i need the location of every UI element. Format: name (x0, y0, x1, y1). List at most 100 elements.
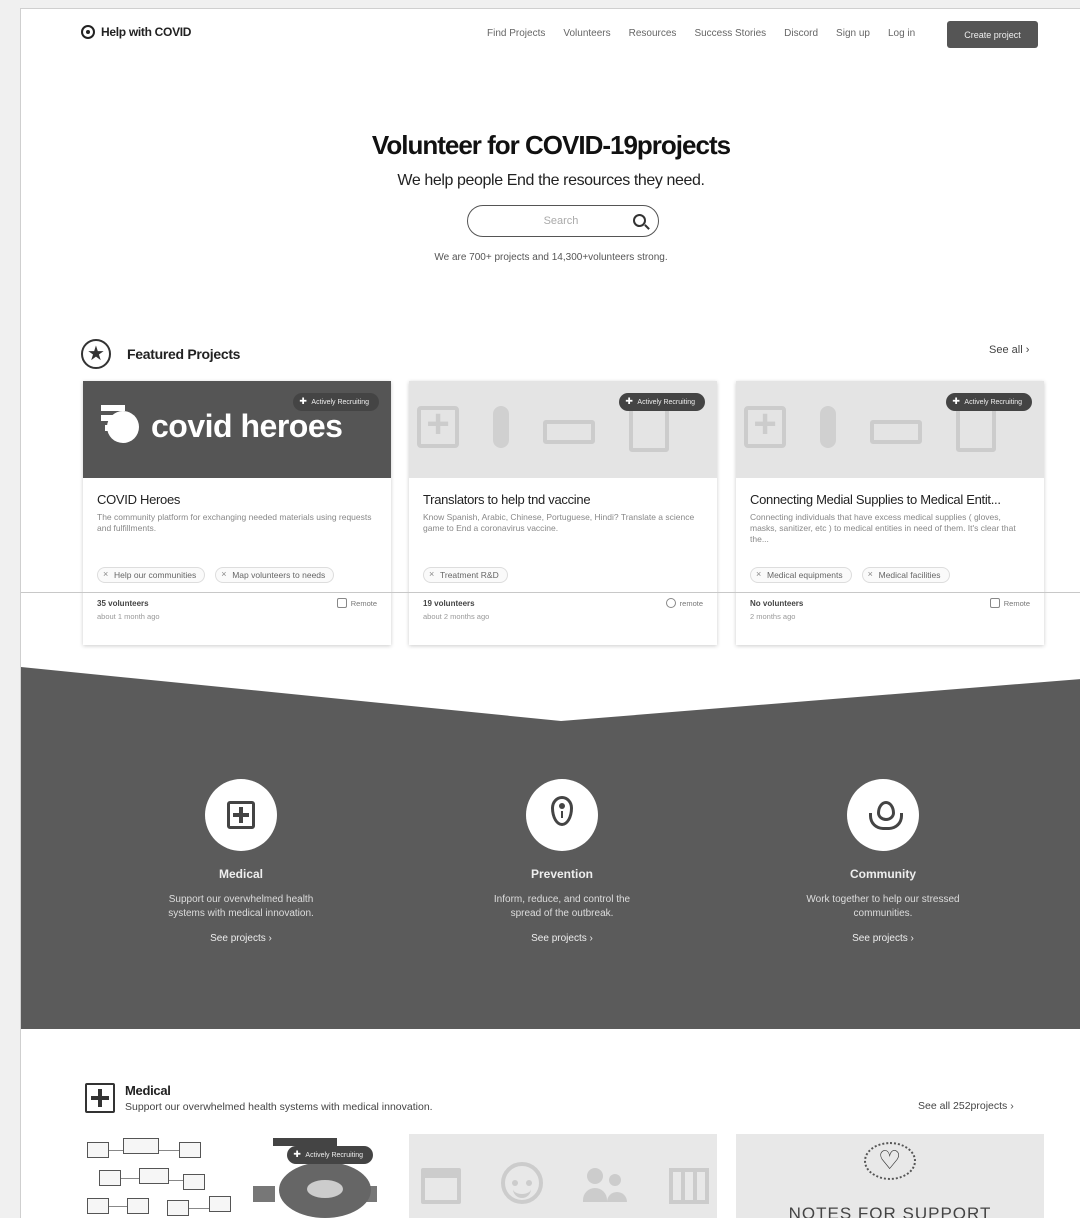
card-title[interactable]: Translators to help tnd vaccine (423, 492, 703, 507)
placeholder-icons (417, 404, 669, 452)
divider (21, 592, 1080, 593)
category-description: Work together to help our stressed commu… (806, 894, 960, 919)
diagram-node (209, 1196, 231, 1212)
location-label: Remote (336, 598, 377, 608)
medical-cross-icon (85, 1083, 115, 1113)
donut-chart (279, 1162, 371, 1218)
category-description: Support our overwhelmed health systems w… (168, 894, 314, 919)
featured-title: Featured Projects (127, 346, 241, 362)
category-icon-circle (526, 779, 598, 851)
thermometer-icon (493, 406, 509, 448)
diagram-edge (159, 1150, 179, 1151)
featured-see-all-link[interactable]: See all › (989, 344, 1029, 356)
nav-links: Find Projects Volunteers Resources Succe… (487, 28, 915, 39)
medical-subtitle: Support our overwhelmed health systems w… (125, 1101, 433, 1113)
medical-heading: Medical Support our overwhelmed health s… (125, 1083, 433, 1113)
remote-icon (336, 598, 347, 608)
diagram-edge (109, 1206, 127, 1207)
category-title: Medical (218, 867, 263, 881)
document-icon (956, 406, 996, 452)
covid-heroes-wordmark: covid heroes (151, 407, 343, 444)
medical-cross-icon (227, 801, 255, 829)
card-description: Know Spanish, Arabic, Chinese, Portugues… (423, 512, 695, 533)
featured-header: Featured Projects (81, 339, 240, 369)
tag[interactable]: Medical equipments (750, 567, 852, 583)
volunteer-count: 35 volunteers (97, 599, 149, 608)
people-icon (583, 1168, 629, 1204)
nav-link-resources[interactable]: Resources (629, 28, 677, 39)
recruiting-badge: Actively Recruiting (287, 1146, 373, 1164)
tag[interactable]: Medical facilities (861, 567, 950, 583)
tag[interactable]: Help our communities (97, 567, 206, 583)
diagram-node (179, 1142, 201, 1158)
hero-subtitle: We help people End the resources they ne… (397, 172, 705, 189)
diagram-edge (109, 1150, 123, 1151)
chart-block (253, 1186, 275, 1202)
tag[interactable]: Treatment R&D (423, 567, 508, 583)
card-title[interactable]: COVID Heroes (97, 492, 377, 507)
medical-see-all-link[interactable]: See all 252projects › (918, 1100, 1014, 1112)
see-projects-link[interactable]: See projects › (783, 933, 983, 944)
project-card[interactable]: Actively Recruiting Translators to help … (409, 381, 717, 645)
recruiting-badge: Actively Recruiting (619, 393, 705, 411)
search-icon[interactable] (633, 214, 646, 227)
diagram-edge (169, 1180, 183, 1181)
star-badge-icon (81, 339, 111, 369)
category-icon-circle (847, 779, 919, 851)
card-description: The community platform for exchanging ne… (97, 512, 372, 533)
diagram-node (87, 1142, 109, 1158)
project-card[interactable]: Actively Recruiting Connecting Medial Su… (736, 381, 1044, 645)
diagram-node (123, 1138, 159, 1154)
card-tags: Medical equipments Medical facilities (750, 567, 950, 583)
medical-title: Medical (125, 1083, 171, 1098)
map-icon (669, 1168, 709, 1204)
search-input[interactable] (486, 215, 636, 227)
location-label: remote (665, 598, 703, 608)
medical-section-header: Medical Support our overwhelmed health s… (85, 1083, 433, 1113)
medical-cross-icon (417, 404, 459, 448)
see-projects-link[interactable]: See projects › (141, 933, 341, 944)
diagram-node (87, 1198, 109, 1214)
see-projects-link[interactable]: See projects › (462, 933, 662, 944)
remote-icon (989, 598, 1000, 608)
location-text: remote (679, 598, 703, 608)
thermometer-icon (820, 406, 836, 448)
location-label: Remote (989, 598, 1030, 608)
card-image: covid heroes Actively Recruiting (83, 381, 391, 478)
card-timestamp: 2 months ago (750, 612, 796, 621)
top-nav: Help with COVID Find Projects Volunteers… (21, 9, 1080, 59)
card-image-placeholder: Actively Recruiting (736, 381, 1044, 478)
store-icon (421, 1168, 461, 1204)
nav-link-success-stories[interactable]: Success Stories (694, 28, 766, 39)
hero-stats: We are 700+ projects and 14,300+voluntee… (434, 252, 668, 263)
nav-link-discord[interactable]: Discord (784, 28, 818, 39)
card-image-placeholder: Actively Recruiting (409, 381, 717, 478)
diagram-node (99, 1170, 121, 1186)
location-text: Remote (350, 598, 377, 608)
recruiting-badge: Actively Recruiting (946, 393, 1032, 411)
hospital-bed-icon (543, 420, 595, 444)
diagram-node (127, 1198, 149, 1214)
category-description: Inform, reduce, and control the spread o… (493, 894, 631, 919)
globe-icon (665, 598, 676, 608)
medical-project-card[interactable]: NOTES FOR SUPPORT (736, 1134, 1044, 1218)
card-timestamp: about 2 months ago (423, 612, 490, 621)
placeholder-icons (421, 1162, 709, 1204)
medical-project-card[interactable]: Actively Recruiting (83, 1134, 391, 1218)
tag[interactable]: Map volunteers to needs (215, 567, 335, 583)
nav-link-find-projects[interactable]: Find Projects (487, 28, 545, 39)
category-community: Community Work together to help our stre… (783, 779, 983, 944)
diagram-node (183, 1174, 205, 1190)
project-card[interactable]: covid heroes Actively Recruiting COVID H… (83, 381, 391, 645)
medical-project-card[interactable] (409, 1134, 717, 1218)
nav-link-volunteers[interactable]: Volunteers (563, 28, 610, 39)
card-title[interactable]: Connecting Medial Supplies to Medical En… (750, 492, 1030, 507)
site-logo[interactable]: Help with COVID (81, 25, 191, 39)
covid-heroes-mark-icon (101, 405, 143, 447)
nav-link-log-in[interactable]: Log in (888, 28, 915, 39)
notes-for-support-text: NOTES FOR SUPPORT (788, 1204, 992, 1218)
location-text: Remote (1003, 598, 1030, 608)
create-project-button[interactable]: Create project (947, 21, 1038, 48)
nav-link-sign-up[interactable]: Sign up (836, 28, 870, 39)
location-pin-icon (551, 796, 573, 826)
